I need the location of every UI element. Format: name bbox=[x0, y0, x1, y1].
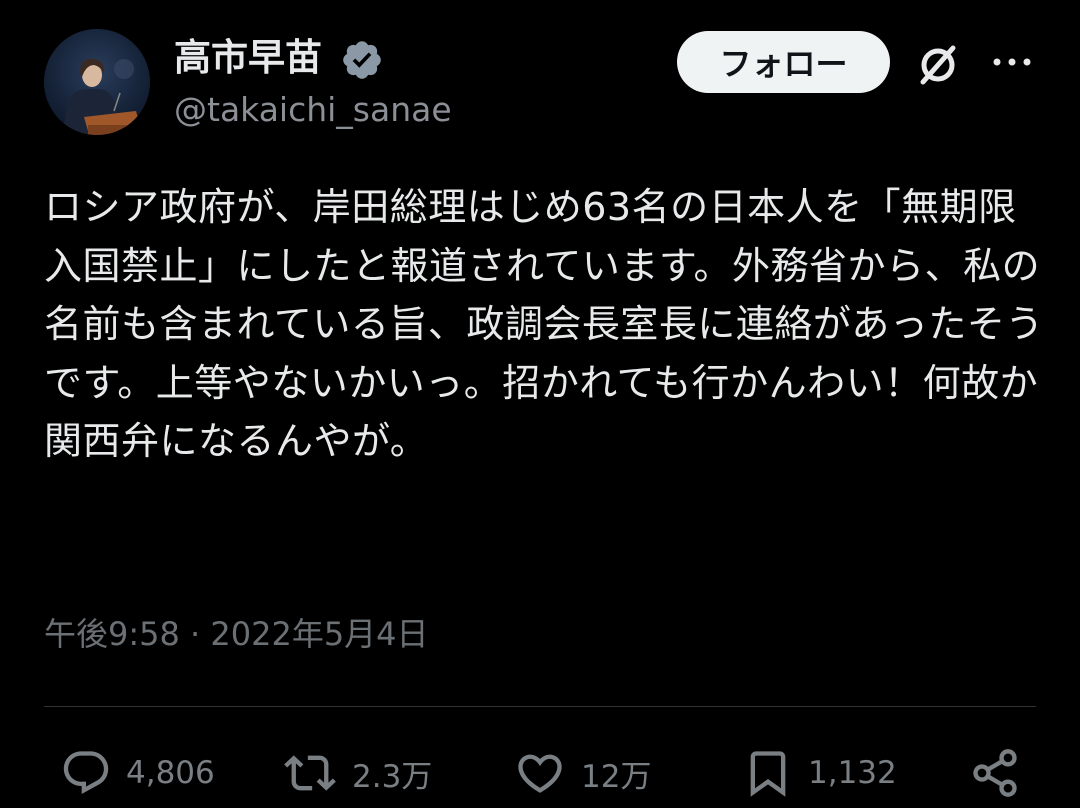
reply-button[interactable]: 4,806 bbox=[60, 738, 215, 808]
avatar-photo bbox=[44, 29, 150, 135]
share-icon bbox=[973, 749, 1017, 797]
more-horizontal-icon[interactable] bbox=[990, 50, 1034, 74]
repost-count: 2.3万 bbox=[352, 758, 433, 795]
bookmark-button[interactable]: 1,132 bbox=[742, 738, 897, 808]
action-bar: 4,806 2.3万 12万 1,132 bbox=[0, 738, 1080, 808]
display-name[interactable]: 高市早苗 bbox=[174, 36, 322, 80]
like-button[interactable]: 12万 bbox=[513, 738, 651, 808]
share-button[interactable] bbox=[968, 738, 1022, 808]
tweet-text: ロシア政府が、岸田総理はじめ63名の日本人を「無期限入国禁止」にしたと報道されて… bbox=[44, 185, 1044, 463]
divider bbox=[44, 706, 1036, 707]
reply-icon bbox=[63, 751, 109, 795]
repost-icon bbox=[284, 755, 336, 791]
follow-button[interactable]: フォロー bbox=[677, 31, 890, 93]
reply-count: 4,806 bbox=[126, 755, 215, 791]
grok-icon[interactable] bbox=[913, 40, 963, 90]
bookmark-icon bbox=[750, 751, 786, 797]
repost-button[interactable]: 2.3万 bbox=[282, 738, 432, 808]
timestamp[interactable]: 午後9:58 · 2022年5月4日 bbox=[44, 612, 429, 656]
like-count: 12万 bbox=[581, 758, 652, 795]
heart-icon bbox=[518, 754, 562, 793]
bookmark-count: 1,132 bbox=[808, 755, 897, 791]
verified-badge-icon bbox=[343, 41, 381, 79]
handle[interactable]: @takaichi_sanae bbox=[174, 88, 452, 132]
avatar[interactable] bbox=[44, 29, 150, 135]
